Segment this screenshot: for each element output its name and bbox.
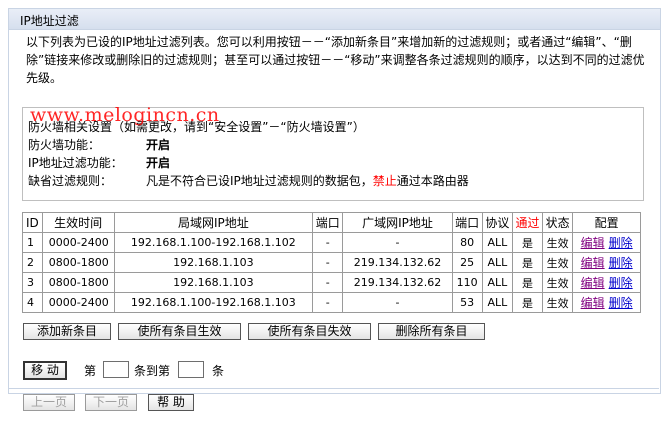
disable-all-button[interactable]: 使所有条目失效 — [248, 323, 371, 340]
default-rule-deny: 禁止 — [372, 174, 397, 188]
firewall-function-value: 开启 — [146, 138, 171, 152]
intro-text: 以下列表为已设的IP地址过滤列表。您可以利用按钮－－“添加新条目”来增加新的过滤… — [26, 35, 645, 85]
rule-id: 2 — [22, 252, 43, 273]
ip-filter-function-label: IP地址过滤功能： — [28, 156, 123, 170]
rule-lan-port: - — [312, 272, 344, 293]
rule-wan-ip: - — [342, 292, 453, 313]
rule-time: 0800-1800 — [41, 272, 115, 293]
enable-all-button[interactable]: 使所有条目生效 — [118, 323, 241, 340]
edit-link[interactable]: 编辑 — [581, 256, 605, 270]
move-from-label: 第 — [84, 364, 97, 378]
rule-protocol: ALL — [481, 252, 513, 273]
edit-link[interactable]: 编辑 — [581, 236, 605, 250]
rule-lan-ip: 192.168.1.100-192.168.1.102 — [113, 232, 314, 253]
rule-config: 编辑 删除 — [572, 292, 641, 313]
col-lan-ip: 局域网IP地址 — [113, 212, 314, 233]
rule-lan-port: - — [312, 292, 344, 313]
move-button[interactable]: 移 动 — [23, 361, 67, 380]
rule-config: 编辑 删除 — [572, 272, 641, 293]
ip-filter-function-row: IP地址过滤功能： 开启 — [28, 154, 170, 172]
panel-title-bar: IP地址过滤 — [9, 9, 660, 30]
edit-link[interactable]: 编辑 — [581, 276, 605, 290]
move-to-label: 条到第 — [134, 364, 171, 378]
rule-wan-port: 80 — [451, 232, 483, 253]
firewall-function-row: 防火墙功能： 开启 — [28, 136, 170, 154]
col-wan-port: 端口 — [451, 212, 483, 233]
delete-link[interactable]: 删除 — [609, 296, 633, 310]
rule-id: 3 — [22, 272, 43, 293]
rule-config: 编辑 删除 — [572, 232, 641, 253]
move-to-input[interactable] — [178, 361, 204, 378]
rule-status: 生效 — [542, 232, 574, 253]
col-time: 生效时间 — [41, 212, 115, 233]
table-header-row: ID 生效时间 局域网IP地址 端口 广域网IP地址 端口 协议 通过 状态 配… — [22, 212, 641, 233]
rule-time: 0000-2400 — [41, 232, 115, 253]
rule-time: 0000-2400 — [41, 292, 115, 313]
col-config: 配置 — [572, 212, 641, 233]
rule-wan-port: 25 — [451, 252, 483, 273]
rule-status: 生效 — [542, 272, 574, 293]
rule-pass: 是 — [511, 232, 544, 253]
firewall-function-label: 防火墙功能： — [28, 138, 101, 152]
rule-status: 生效 — [542, 252, 574, 273]
rule-protocol: ALL — [481, 232, 513, 253]
table-row: 3 0800-1800 192.168.1.103 - 219.134.132.… — [22, 272, 641, 293]
table-row: 2 0800-1800 192.168.1.103 - 219.134.132.… — [22, 252, 641, 273]
default-rule-text: 凡是不符合已设IP地址过滤规则的数据包， — [146, 174, 373, 188]
help-button[interactable]: 帮 助 — [148, 394, 194, 411]
default-rule-text-end: 通过本路由器 — [396, 174, 469, 188]
rule-protocol: ALL — [481, 272, 513, 293]
rule-lan-port: - — [312, 252, 344, 273]
delete-all-button[interactable]: 删除所有条目 — [378, 323, 485, 340]
add-entry-button[interactable]: 添加新条目 — [23, 323, 111, 340]
rule-time: 0800-1800 — [41, 252, 115, 273]
rule-wan-ip: 219.134.132.62 — [342, 252, 453, 273]
rule-status: 生效 — [542, 292, 574, 313]
table-row: 1 0000-2400 192.168.1.100-192.168.1.102 … — [22, 232, 641, 253]
delete-link[interactable]: 删除 — [609, 236, 633, 250]
watermark: www.melogincn.cn — [30, 104, 220, 126]
rule-pass: 是 — [511, 272, 544, 293]
filter-rules-table: ID 生效时间 局域网IP地址 端口 广域网IP地址 端口 协议 通过 状态 配… — [22, 212, 641, 313]
move-from-input[interactable] — [103, 361, 129, 378]
rule-pass: 是 — [511, 252, 544, 273]
delete-link[interactable]: 删除 — [609, 256, 633, 270]
table-row: 4 0000-2400 192.168.1.100-192.168.1.103 … — [22, 292, 641, 313]
ip-filter-function-value: 开启 — [146, 156, 171, 170]
col-pass: 通过 — [511, 212, 544, 233]
rule-wan-port: 110 — [451, 272, 483, 293]
rule-config: 编辑 删除 — [572, 252, 641, 273]
rule-id: 4 — [22, 292, 43, 313]
rule-wan-port: 53 — [451, 292, 483, 313]
next-page-button[interactable]: 下一页 — [85, 394, 137, 411]
delete-link[interactable]: 删除 — [609, 276, 633, 290]
rule-pass: 是 — [511, 292, 544, 313]
rule-lan-ip: 192.168.1.100-192.168.1.103 — [113, 292, 314, 313]
rule-wan-ip: - — [342, 232, 453, 253]
rule-wan-ip: 219.134.132.62 — [342, 272, 453, 293]
prev-page-button[interactable]: 上一页 — [23, 394, 75, 411]
move-suffix-label: 条 — [212, 364, 225, 378]
rule-lan-ip: 192.168.1.103 — [113, 272, 314, 293]
rule-id: 1 — [22, 232, 43, 253]
page-title: IP地址过滤 — [20, 14, 79, 28]
edit-link[interactable]: 编辑 — [581, 296, 605, 310]
rule-protocol: ALL — [481, 292, 513, 313]
col-protocol: 协议 — [481, 212, 513, 233]
default-rule-label: 缺省过滤规则： — [28, 174, 113, 188]
col-id: ID — [22, 212, 43, 233]
default-rule-row: 缺省过滤规则： 凡是不符合已设IP地址过滤规则的数据包，禁止通过本路由器 — [28, 172, 469, 190]
col-wan-ip: 广域网IP地址 — [342, 212, 453, 233]
rule-lan-ip: 192.168.1.103 — [113, 252, 314, 273]
col-status: 状态 — [542, 212, 574, 233]
rule-lan-port: - — [312, 232, 344, 253]
divider — [8, 388, 659, 389]
col-lan-port: 端口 — [312, 212, 344, 233]
